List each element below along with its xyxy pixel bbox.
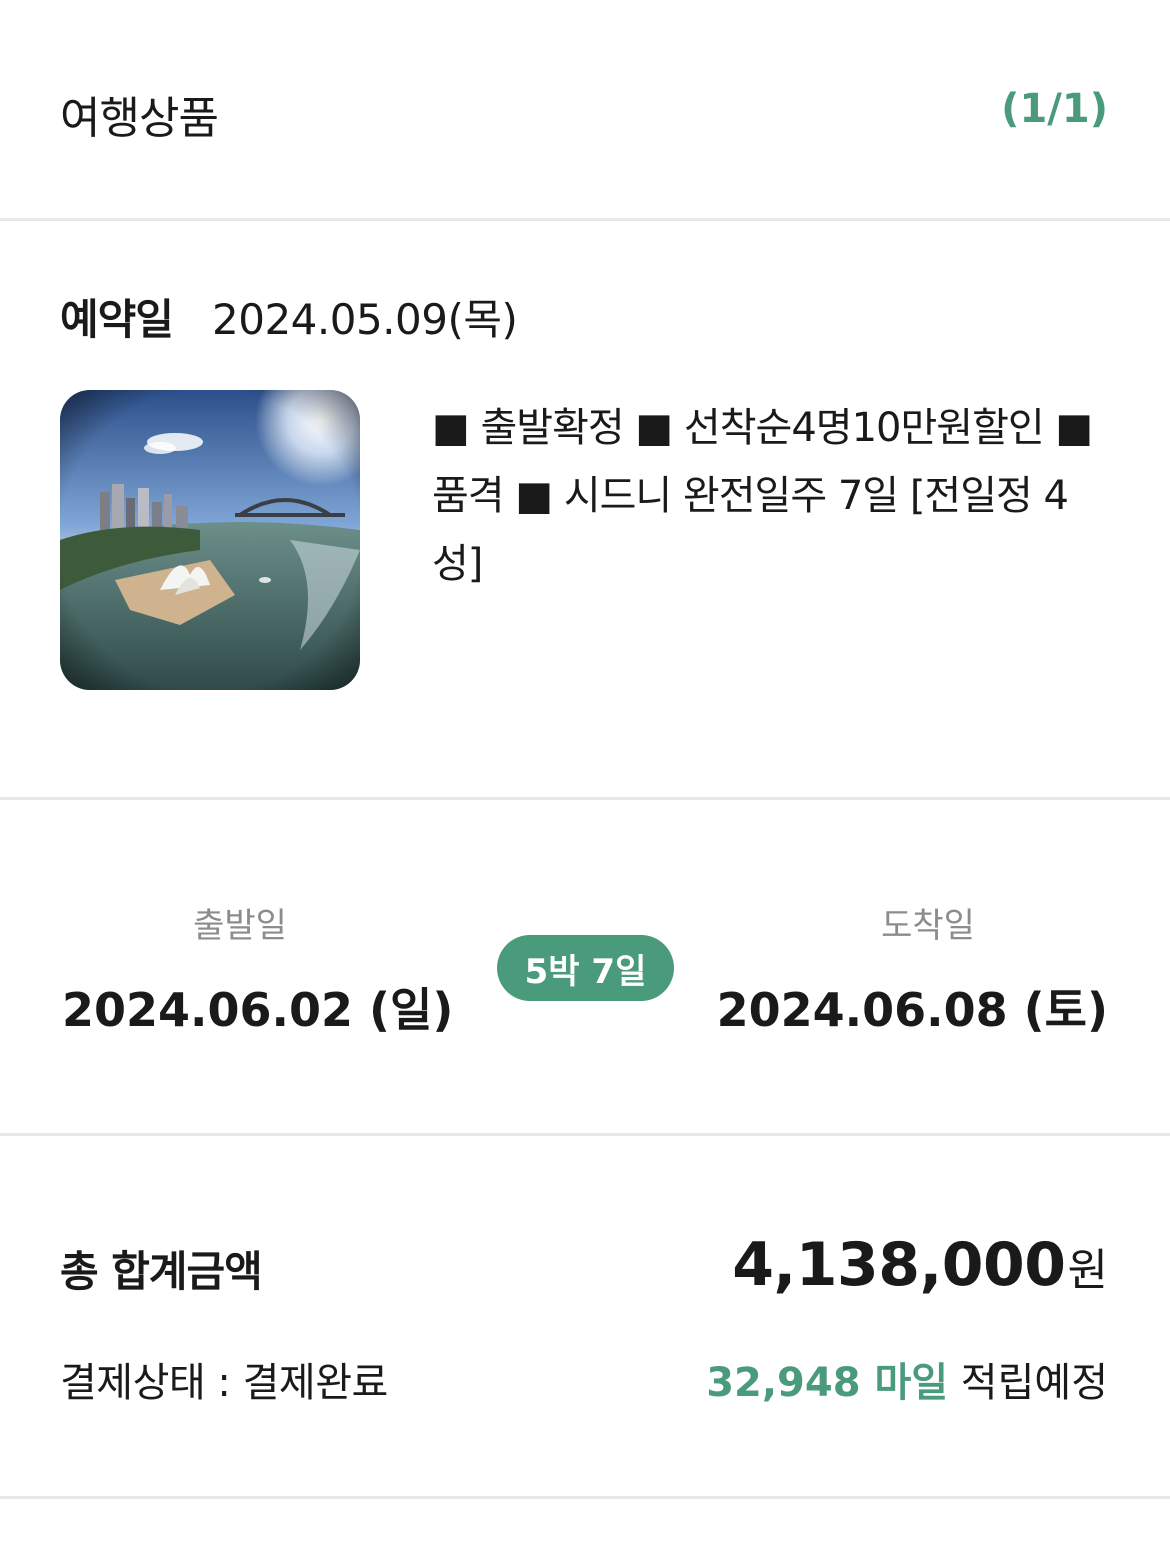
reservation-date-label: 예약일 bbox=[60, 295, 174, 344]
sydney-harbour-image bbox=[60, 390, 360, 690]
total-amount: 4,138,000 원 bbox=[732, 1230, 1108, 1300]
arrival-label: 도착일 bbox=[881, 906, 975, 946]
mileage-suffix: 적립예정 bbox=[948, 1360, 1108, 1406]
currency-unit: 원 bbox=[1067, 1245, 1108, 1296]
product-thumbnail[interactable] bbox=[60, 390, 360, 690]
total-amount-value: 4,138,000 bbox=[732, 1230, 1066, 1300]
reservation-date-value: 2024.05.09(목) bbox=[212, 295, 518, 344]
item-count: (1/1) bbox=[1001, 86, 1108, 132]
total-amount-label: 총 합계금액 bbox=[60, 1247, 263, 1296]
arrival-date: 2024.06.08 (토) bbox=[716, 983, 1108, 1037]
product-name-link[interactable]: ■ 출발확정 ■ 선착순4명10만원할인 ■ 품격 ■ 시드니 완전일주 7일 … bbox=[432, 394, 1112, 598]
duration-badge: 5박 7일 bbox=[497, 935, 674, 1001]
divider bbox=[0, 218, 1170, 221]
section-title: 여행상품 bbox=[60, 93, 219, 144]
divider bbox=[0, 797, 1170, 800]
departure-label: 출발일 bbox=[193, 906, 287, 946]
divider bbox=[0, 1496, 1170, 1499]
payment-status: 결제상태 : 결제완료 bbox=[60, 1360, 388, 1406]
mileage-info: 32,948 마일 적립예정 bbox=[706, 1350, 1108, 1408]
divider bbox=[0, 1133, 1170, 1136]
mileage-value: 32,948 마일 bbox=[706, 1360, 949, 1406]
departure-date: 2024.06.02 (일) bbox=[62, 983, 454, 1037]
